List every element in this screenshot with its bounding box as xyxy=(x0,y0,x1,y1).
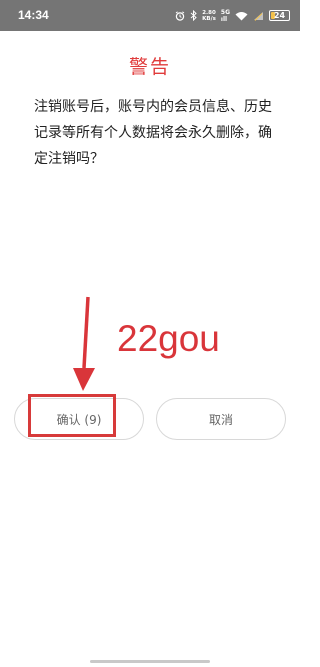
cancel-button-label: 取消 xyxy=(208,412,233,427)
home-indicator[interactable] xyxy=(90,660,210,663)
annotation-text: 22gou xyxy=(117,318,220,359)
annotation-highlight-box xyxy=(28,394,116,437)
cancel-button[interactable]: 取消 xyxy=(156,398,286,440)
